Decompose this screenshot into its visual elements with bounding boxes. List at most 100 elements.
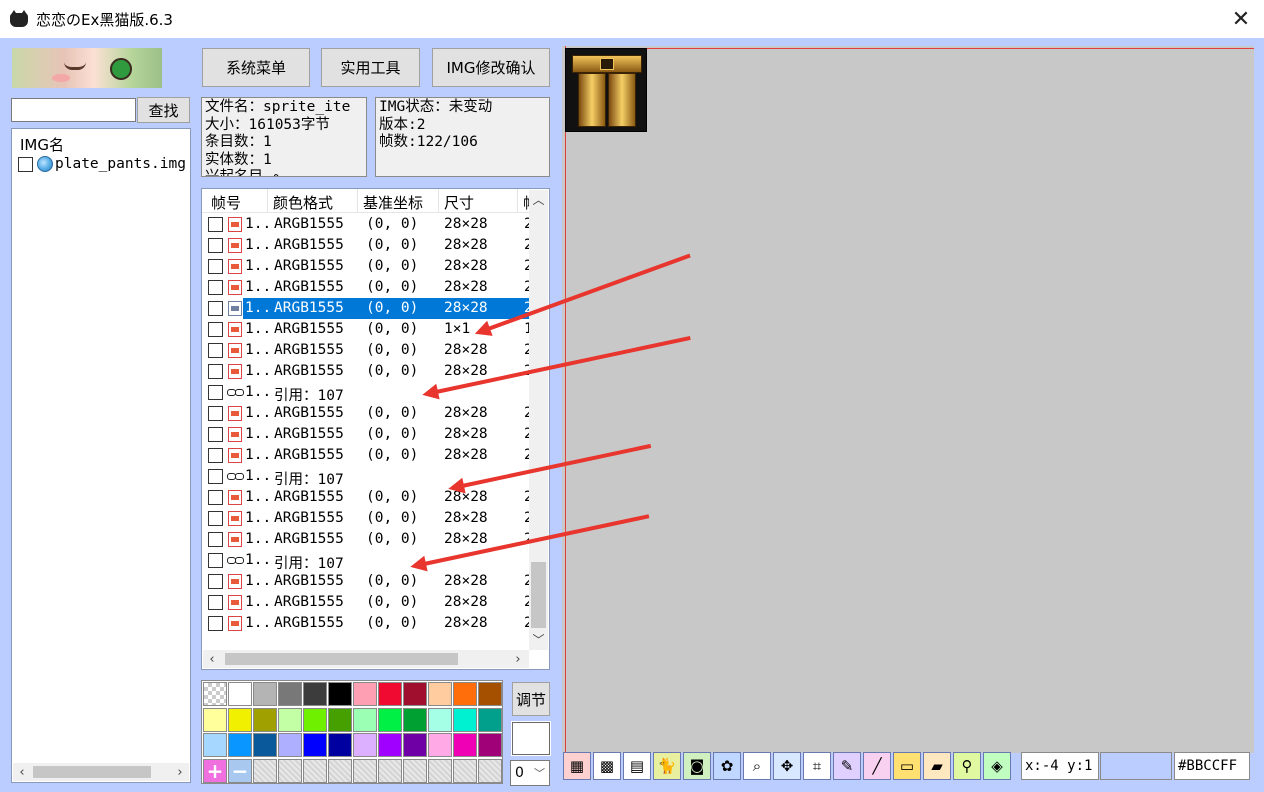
color-swatch[interactable] xyxy=(328,733,352,757)
table-row[interactable]: 1..ARGB1555(0, 0)28×282 xyxy=(202,613,533,634)
color-swatch[interactable] xyxy=(353,733,377,757)
color-swatch[interactable] xyxy=(403,707,427,732)
empty-swatch[interactable] xyxy=(378,758,402,783)
close-icon[interactable]: ✕ xyxy=(1218,0,1264,38)
table-row[interactable]: 1.. 引用：107 xyxy=(202,466,532,488)
adjust-button[interactable]: 调节 xyxy=(512,682,550,716)
color-swatch[interactable] xyxy=(453,707,477,732)
color-swatch[interactable] xyxy=(278,707,302,732)
row-checkbox[interactable] xyxy=(208,301,223,316)
scroll-left-icon[interactable]: ‹ xyxy=(13,763,31,781)
layer-select[interactable]: 0 ﹀ xyxy=(510,760,550,786)
color-swatch[interactable] xyxy=(228,707,252,732)
color-swatch[interactable] xyxy=(378,682,402,706)
row-checkbox[interactable] xyxy=(208,490,223,505)
row-checkbox[interactable] xyxy=(208,343,223,358)
table-row[interactable]: 1.. 引用：107 xyxy=(202,382,532,404)
table-horizontal-scrollbar[interactable]: ‹ › xyxy=(203,650,529,668)
system-menu-button[interactable]: 系统菜单 xyxy=(202,48,310,87)
table-row[interactable]: 1..ARGB1555(0, 0)28×282 xyxy=(202,361,533,382)
color-swatch[interactable] xyxy=(328,707,352,732)
table-row[interactable]: 1..ARGB1555(0, 0)28×282 xyxy=(202,256,533,277)
color-swatch[interactable] xyxy=(328,682,352,706)
search-button[interactable]: 查找 xyxy=(137,97,190,123)
table-row[interactable]: 1..ARGB1555(0, 0)28×282 xyxy=(202,508,533,529)
color-swatch[interactable] xyxy=(253,733,277,757)
table-row[interactable]: 1..ARGB1555(0, 0)28×282 xyxy=(202,529,533,550)
fill-icon[interactable]: ◈ xyxy=(983,752,1011,780)
search-input[interactable] xyxy=(11,98,136,122)
empty-swatch[interactable] xyxy=(478,758,502,783)
eraser-icon[interactable]: ▰ xyxy=(923,752,951,780)
cat-icon[interactable]: 🐈 xyxy=(653,752,681,780)
scroll-thumb[interactable] xyxy=(33,766,151,778)
tree-item-checkbox[interactable] xyxy=(18,156,33,172)
row-checkbox[interactable] xyxy=(208,511,223,526)
color-swatch[interactable] xyxy=(453,733,477,757)
pencil-icon[interactable]: ✎ xyxy=(833,752,861,780)
table-row[interactable]: 1..ARGB1555(0, 0)28×282 xyxy=(202,424,533,445)
row-checkbox[interactable] xyxy=(208,532,223,547)
color-swatch[interactable] xyxy=(353,707,377,732)
scroll-down-icon[interactable]: ﹀ xyxy=(529,630,548,648)
frame-table[interactable]: 帧号 颜色格式 基准坐标 尺寸 帧 1..ARGB1555(0, 0)28×28… xyxy=(201,188,550,670)
move-icon[interactable]: ✥ xyxy=(773,752,801,780)
scroll-thumb[interactable] xyxy=(225,653,458,665)
color-icon[interactable]: ▩ xyxy=(593,752,621,780)
row-checkbox[interactable] xyxy=(208,406,223,421)
table-row[interactable]: 1..ARGB1555(0, 0)28×282 xyxy=(202,445,533,466)
color-swatch[interactable] xyxy=(278,682,302,706)
color-swatch[interactable] xyxy=(478,682,502,706)
scroll-right-icon[interactable]: › xyxy=(509,650,527,668)
column-header[interactable]: 帧号 xyxy=(211,192,241,213)
color-swatch[interactable] xyxy=(378,733,402,757)
line-icon[interactable]: ╱ xyxy=(863,752,891,780)
color-swatch[interactable] xyxy=(353,682,377,706)
table-vertical-scrollbar[interactable]: ︿ ﹀ xyxy=(529,190,548,650)
img-confirm-button[interactable]: IMG修改确认 xyxy=(432,48,550,87)
empty-swatch[interactable] xyxy=(278,758,302,783)
table-row[interactable]: 1..ARGB1555(0, 0)28×282 xyxy=(202,403,533,424)
current-color-swatch[interactable] xyxy=(511,721,551,756)
tree-item-img[interactable]: plate_pants.img xyxy=(18,156,186,172)
color-swatch[interactable] xyxy=(228,733,252,757)
row-checkbox[interactable] xyxy=(208,217,223,232)
tools-button[interactable]: 实用工具 xyxy=(321,48,420,87)
table-row[interactable]: 1..ARGB1555(0, 0)28×282 xyxy=(202,571,533,592)
scroll-up-icon[interactable]: ︿ xyxy=(529,190,548,208)
scroll-right-icon[interactable]: › xyxy=(171,763,189,781)
color-swatch[interactable] xyxy=(253,707,277,732)
add-color-icon[interactable]: + xyxy=(203,758,227,783)
camera-icon[interactable]: ◙ xyxy=(683,752,711,780)
color-swatch[interactable] xyxy=(428,682,452,706)
empty-swatch[interactable] xyxy=(428,758,452,783)
table-row[interactable]: 1..ARGB1555(0, 0)28×282 xyxy=(202,487,533,508)
row-checkbox[interactable] xyxy=(208,280,223,295)
row-checkbox[interactable] xyxy=(208,427,223,442)
row-checkbox[interactable] xyxy=(208,469,223,484)
color-swatch[interactable] xyxy=(478,707,502,732)
color-swatch[interactable] xyxy=(403,733,427,757)
color-swatch[interactable] xyxy=(303,707,327,732)
row-checkbox[interactable] xyxy=(208,553,223,568)
table-row[interactable]: 1..ARGB1555(0, 0)28×282 xyxy=(202,277,533,298)
paw-icon[interactable]: ✿ xyxy=(713,752,741,780)
row-checkbox[interactable] xyxy=(208,574,223,589)
color-swatch[interactable] xyxy=(303,682,327,706)
color-swatch[interactable] xyxy=(453,682,477,706)
row-checkbox[interactable] xyxy=(208,616,223,631)
transparent-swatch[interactable] xyxy=(203,682,227,706)
color-swatch[interactable] xyxy=(303,733,327,757)
row-checkbox[interactable] xyxy=(208,238,223,253)
empty-swatch[interactable] xyxy=(253,758,277,783)
color-swatch[interactable] xyxy=(403,682,427,706)
scroll-left-icon[interactable]: ‹ xyxy=(203,650,221,668)
img-tree-panel[interactable]: IMG名 plate_pants.img ‹ › xyxy=(11,128,191,783)
empty-swatch[interactable] xyxy=(453,758,477,783)
remove-color-icon[interactable]: − xyxy=(228,758,252,783)
table-row[interactable]: 1..ARGB1555(0, 0)28×282 xyxy=(202,592,533,613)
color-swatch[interactable] xyxy=(478,733,502,757)
color-swatch[interactable] xyxy=(203,733,227,757)
row-checkbox[interactable] xyxy=(208,322,223,337)
image-canvas[interactable] xyxy=(562,46,1254,753)
